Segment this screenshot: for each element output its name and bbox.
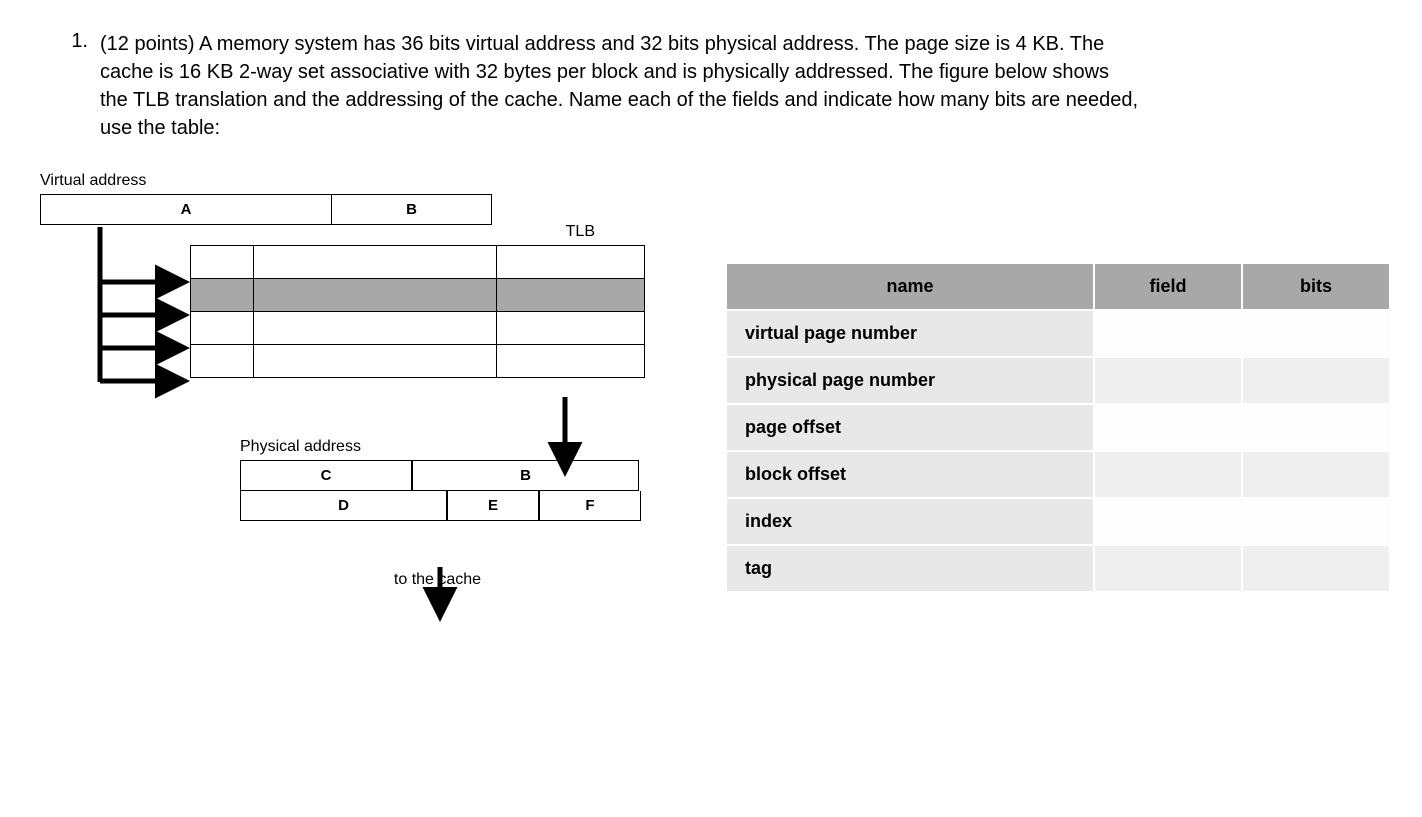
table-row: physical page number [726, 357, 1390, 404]
row-bits[interactable] [1242, 498, 1390, 545]
row-bits[interactable] [1242, 451, 1390, 498]
row-name: tag [726, 545, 1094, 592]
physical-address-label: Physical address [240, 438, 645, 456]
to-cache-label: to the cache [240, 571, 635, 589]
field-c: C [240, 460, 412, 491]
question-number: 1. [40, 30, 100, 142]
table-row: index [726, 498, 1390, 545]
row-bits[interactable] [1242, 404, 1390, 451]
row-bits[interactable] [1242, 310, 1390, 357]
field-d: D [240, 491, 447, 521]
row-bits[interactable] [1242, 357, 1390, 404]
header-field: field [1094, 263, 1242, 310]
row-bits[interactable] [1242, 545, 1390, 592]
header-name: name [726, 263, 1094, 310]
row-name: index [726, 498, 1094, 545]
field-e: E [447, 491, 539, 521]
question-block: 1. (12 points) A memory system has 36 bi… [40, 30, 1140, 142]
row-field[interactable] [1094, 404, 1242, 451]
physical-address-block: Physical address C B D E F [240, 438, 645, 521]
row-field[interactable] [1094, 451, 1242, 498]
tlb-row [191, 312, 645, 345]
answer-table-block: name field bits virtual page number phys… [725, 262, 1391, 593]
row-name: block offset [726, 451, 1094, 498]
tlb-table [190, 245, 645, 378]
tlb-label: TLB [566, 223, 595, 241]
row-name: virtual page number [726, 310, 1094, 357]
header-bits: bits [1242, 263, 1390, 310]
row-field[interactable] [1094, 498, 1242, 545]
question-text: (12 points) A memory system has 36 bits … [100, 30, 1140, 142]
field-a: A [41, 195, 332, 224]
table-row: block offset [726, 451, 1390, 498]
tlb-row [191, 246, 645, 279]
physical-address-row2: D E F [240, 491, 645, 521]
row-field[interactable] [1094, 357, 1242, 404]
tlb-block: TLB [190, 245, 645, 378]
row-name: page offset [726, 404, 1094, 451]
diagram: Virtual address A B TLB Physical address… [40, 172, 645, 589]
virtual-address-box: A B [40, 194, 492, 225]
field-f: F [539, 491, 641, 521]
content-row: Virtual address A B TLB Physical address… [40, 172, 1382, 593]
field-b: B [332, 195, 491, 224]
tlb-row-hit [191, 279, 645, 312]
physical-address-row1: C B [240, 460, 645, 491]
table-header-row: name field bits [726, 263, 1390, 310]
tlb-row [191, 345, 645, 378]
row-field[interactable] [1094, 545, 1242, 592]
row-name: physical page number [726, 357, 1094, 404]
field-b2: B [412, 460, 639, 491]
table-row: page offset [726, 404, 1390, 451]
table-row: tag [726, 545, 1390, 592]
virtual-address-label: Virtual address [40, 172, 645, 190]
answer-table: name field bits virtual page number phys… [725, 262, 1391, 593]
row-field[interactable] [1094, 310, 1242, 357]
table-row: virtual page number [726, 310, 1390, 357]
